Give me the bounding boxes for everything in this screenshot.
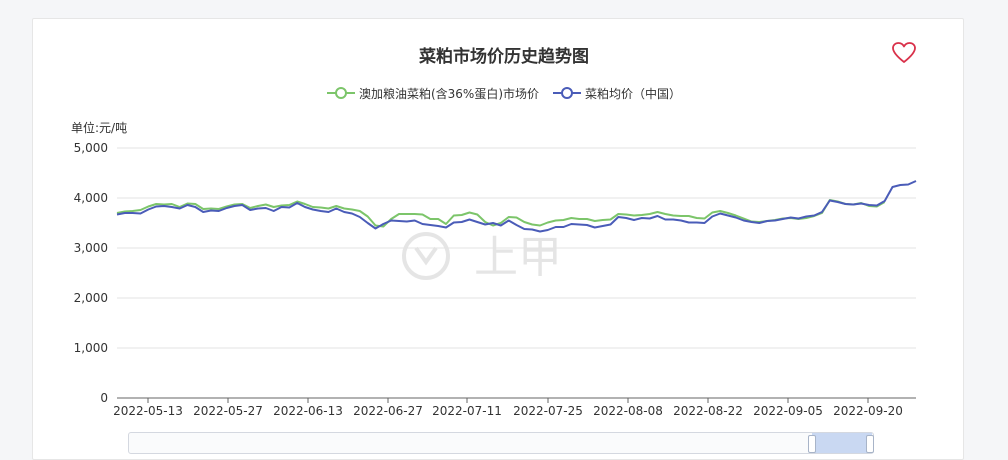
y-tick-label: 5,000 — [74, 141, 108, 155]
x-tick-label: 2022-08-22 — [673, 404, 743, 418]
x-tick-label: 2022-09-20 — [833, 404, 903, 418]
data-zoom-left-handle[interactable] — [808, 435, 816, 453]
x-tick-label: 2022-08-08 — [593, 404, 663, 418]
data-zoom-right-handle[interactable] — [866, 435, 874, 453]
y-tick-label: 3,000 — [74, 241, 108, 255]
y-tick-label: 0 — [100, 391, 108, 405]
x-tick-label: 2022-06-27 — [353, 404, 423, 418]
x-tick-label: 2022-06-13 — [273, 404, 343, 418]
y-tick-label: 4,000 — [74, 191, 108, 205]
y-tick-label: 1,000 — [74, 341, 108, 355]
x-tick-label: 2022-05-13 — [113, 404, 183, 418]
data-zoom-selection[interactable] — [812, 433, 872, 453]
x-tick-label: 2022-05-27 — [193, 404, 263, 418]
series-line-1 — [116, 199, 886, 228]
x-tick-label: 2022-07-11 — [432, 404, 502, 418]
series-line-2 — [116, 180, 917, 233]
x-tick-label: 2022-07-25 — [513, 404, 583, 418]
data-zoom-slider[interactable] — [128, 432, 874, 454]
y-tick-label: 2,000 — [74, 291, 108, 305]
line-chart: 0 1,000 2,000 3,000 4,000 5,000 2022-05-13 2022… — [74, 141, 917, 418]
x-tick-label: 2022-09-05 — [753, 404, 823, 418]
